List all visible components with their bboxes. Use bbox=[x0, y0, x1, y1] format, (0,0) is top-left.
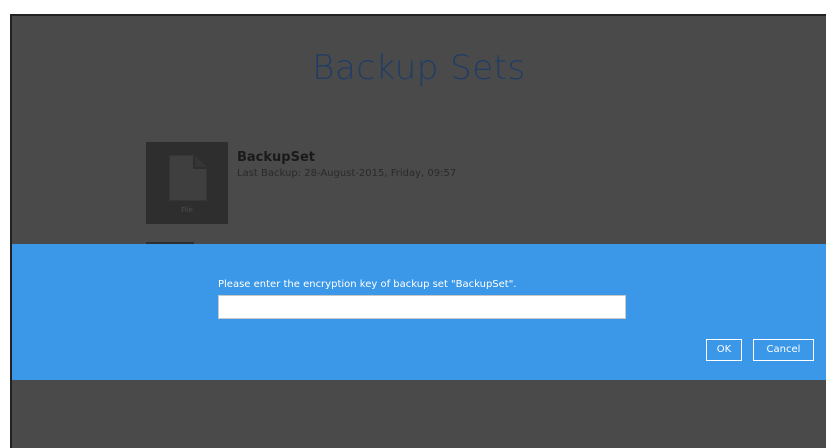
backup-set-name: BackupSet bbox=[237, 150, 315, 165]
app-window: Backup Sets File BackupSet Last Backup: … bbox=[10, 14, 826, 448]
encryption-key-input[interactable] bbox=[218, 295, 626, 319]
encryption-key-prompt: Please enter the encryption key of backu… bbox=[218, 279, 517, 290]
cancel-button[interactable]: Cancel bbox=[753, 339, 814, 361]
backup-set-tile[interactable]: File bbox=[146, 142, 228, 224]
page-title: Backup Sets bbox=[312, 48, 526, 88]
backup-set-last-backup: Last Backup: 28-August-2015, Friday, 09:… bbox=[237, 168, 457, 179]
ok-button[interactable]: OK bbox=[706, 339, 742, 361]
tile-caption: File bbox=[181, 206, 193, 214]
encryption-key-dialog: Please enter the encryption key of backu… bbox=[12, 244, 826, 380]
file-icon bbox=[169, 155, 207, 201]
